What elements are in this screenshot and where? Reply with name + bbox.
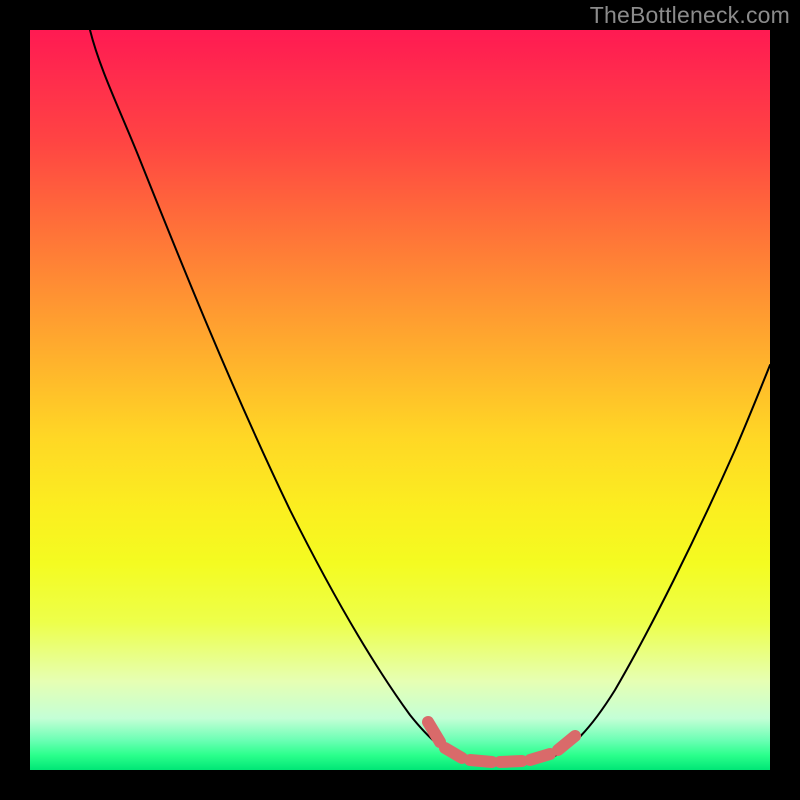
optimal-marker (470, 760, 492, 762)
optimal-marker (500, 761, 522, 762)
optimal-marker (445, 748, 462, 758)
chart-frame: TheBottleneck.com (0, 0, 800, 800)
optimal-marker (428, 722, 440, 742)
optimal-marker (558, 736, 575, 750)
curve-layer (30, 30, 770, 770)
optimal-marker (530, 754, 550, 760)
watermark-text: TheBottleneck.com (590, 2, 790, 29)
heat-gradient-plot (30, 30, 770, 770)
bottleneck-curve (90, 30, 770, 763)
